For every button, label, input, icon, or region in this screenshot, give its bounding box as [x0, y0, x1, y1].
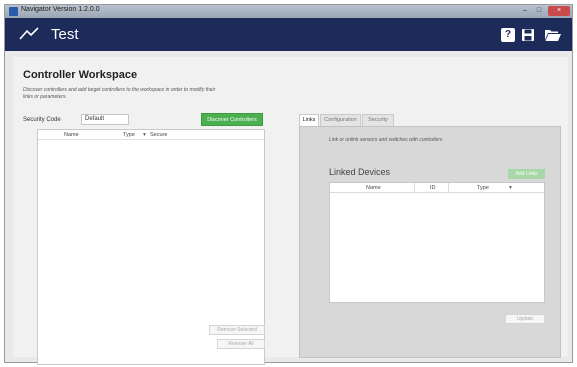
links-panel: Link or unlink sensors and switches with…: [299, 126, 561, 358]
filter-icon[interactable]: ▼: [508, 185, 513, 191]
app-icon: [9, 7, 18, 16]
linked-devices-grid[interactable]: Name ID Type ▼: [329, 182, 545, 303]
controllers-grid-header: Name Type ▼ Secure: [38, 130, 264, 140]
add-links-button[interactable]: Add Links: [508, 169, 545, 179]
app-window: Navigator Version 1.2.0.0 – □ × Test ? C…: [4, 4, 573, 365]
app-header: Test ?: [5, 18, 572, 51]
security-code-label: Security Code: [23, 117, 61, 123]
column-name[interactable]: Name: [64, 132, 79, 138]
column-id[interactable]: ID: [430, 185, 436, 191]
minimize-button[interactable]: –: [518, 6, 532, 16]
folder-open-icon[interactable]: [544, 28, 562, 42]
security-code-input[interactable]: Default: [81, 114, 129, 125]
update-button[interactable]: Update: [505, 314, 545, 324]
tab-configuration[interactable]: Configuration: [320, 114, 361, 126]
column-type[interactable]: Type: [123, 132, 135, 138]
column-secure[interactable]: Secure: [150, 132, 167, 138]
main-content: Controller Workspace Discover controller…: [13, 57, 568, 365]
discover-controllers-button[interactable]: Discover Controllers: [201, 113, 263, 126]
links-description: Link or unlink sensors and switches with…: [329, 137, 443, 143]
remove-all-button[interactable]: Remove All: [217, 339, 265, 349]
workspace-description: Discover controllers and add target cont…: [23, 87, 216, 100]
linked-devices-title: Linked Devices: [329, 167, 391, 177]
maximize-button[interactable]: □: [532, 6, 546, 16]
column-type[interactable]: Type: [477, 185, 489, 191]
window-title: Navigator Version 1.2.0.0: [21, 6, 100, 13]
tab-security[interactable]: Security: [362, 114, 394, 126]
title-bar[interactable]: Navigator Version 1.2.0.0 – □ ×: [5, 5, 572, 18]
page-title: Controller Workspace: [23, 69, 138, 81]
project-title: Test: [51, 26, 79, 43]
linked-devices-header: Name ID Type ▼: [330, 183, 544, 193]
save-icon[interactable]: [521, 28, 535, 42]
brand-logo-icon: [19, 27, 39, 40]
column-name[interactable]: Name: [366, 185, 381, 191]
close-button[interactable]: ×: [548, 6, 570, 16]
remove-selected-button[interactable]: Remove Selected: [209, 325, 265, 335]
column-divider: [448, 183, 449, 193]
filter-icon[interactable]: ▼: [142, 132, 147, 138]
column-divider: [414, 183, 415, 193]
help-icon[interactable]: ?: [501, 28, 515, 42]
